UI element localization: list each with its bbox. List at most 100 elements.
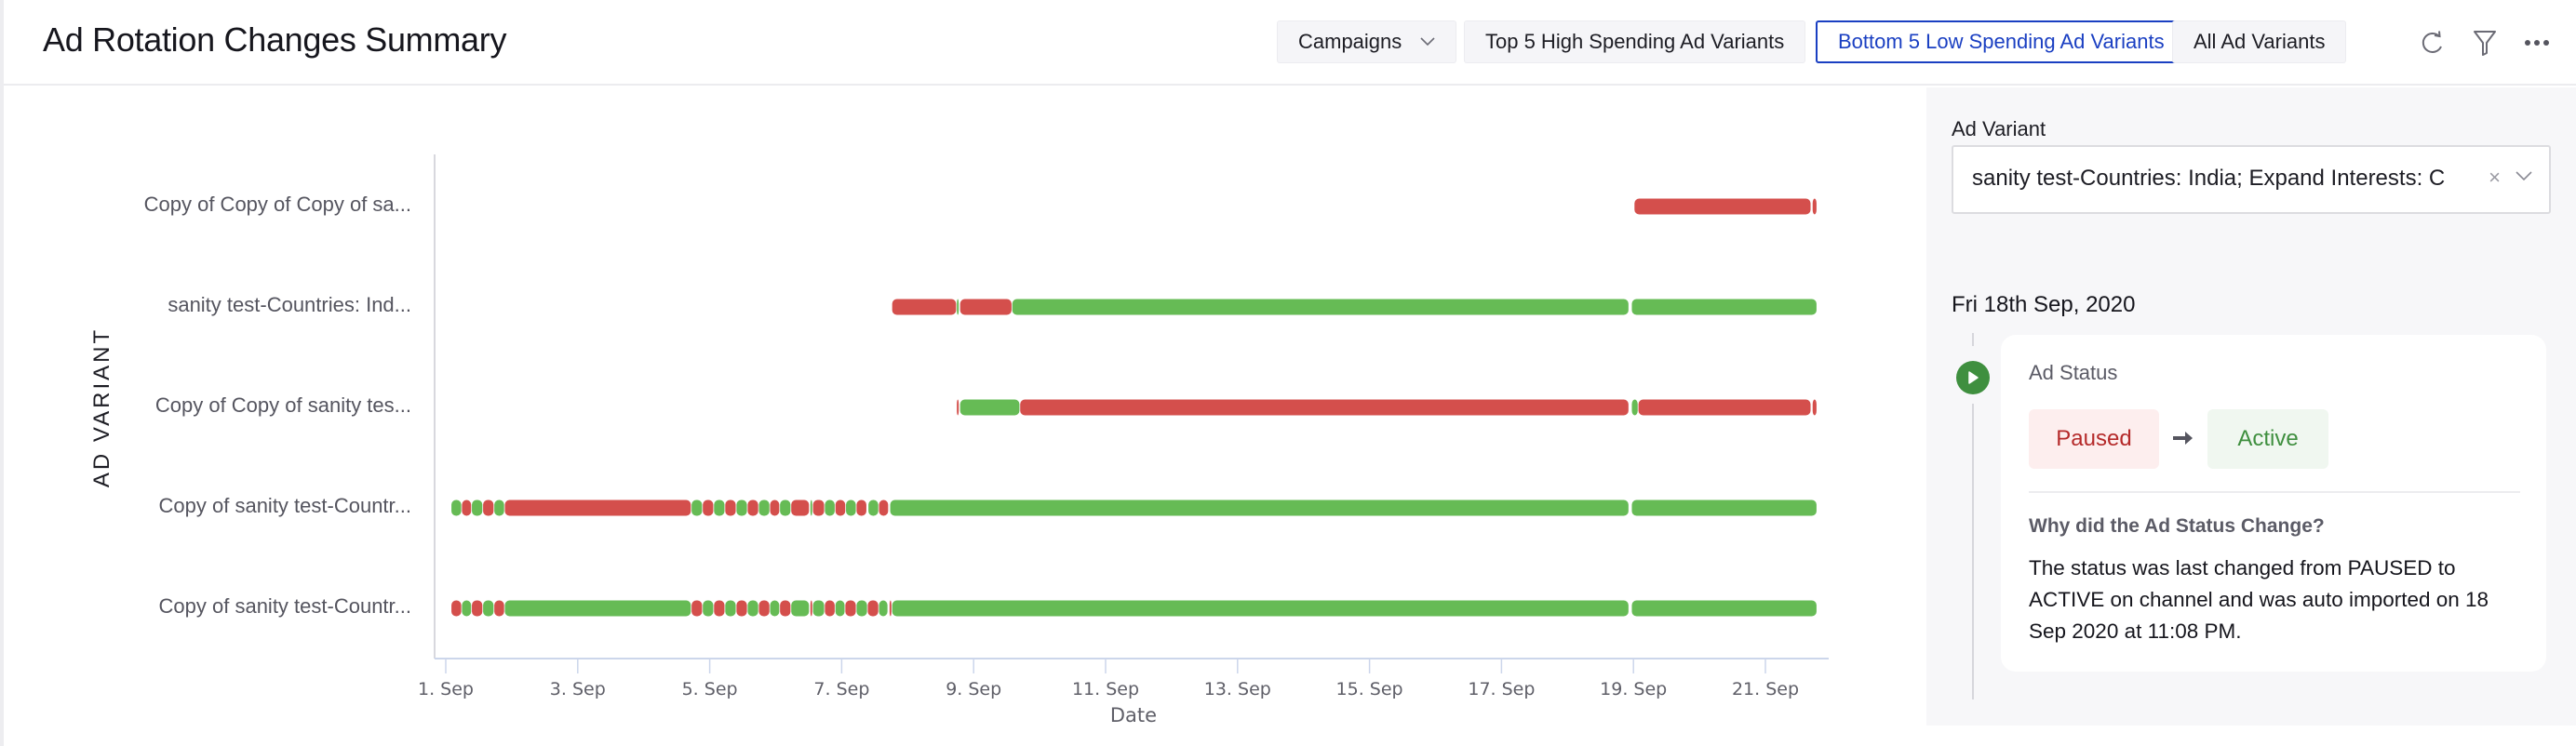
timeline-segment-active bbox=[758, 500, 770, 516]
ad-variant-select-value: sanity test-Countries: India; Expand Int… bbox=[1972, 166, 2446, 191]
timeline-segment-paused bbox=[714, 600, 725, 617]
timeline-segment-paused bbox=[780, 600, 791, 617]
timeline-segment-active bbox=[725, 600, 736, 617]
timeline-segment-paused bbox=[462, 500, 472, 516]
timeline-segment-paused bbox=[889, 600, 892, 617]
timeline-segment-paused bbox=[1812, 198, 1817, 215]
timeline-segment-active bbox=[747, 600, 758, 617]
y-axis-category-label: Copy of Copy of sanity tes... bbox=[154, 393, 411, 417]
timeline-segment-active bbox=[959, 399, 1020, 416]
timeline-segment-active bbox=[504, 600, 691, 617]
timeline-segment-active bbox=[1631, 600, 1817, 617]
ad-variant-select[interactable]: sanity test-Countries: India; Expand Int… bbox=[1952, 145, 2551, 214]
x-tick-label: 7. Sep bbox=[813, 679, 869, 699]
timeline-segment-paused bbox=[472, 600, 483, 617]
timeline-segment-active bbox=[791, 600, 810, 617]
timeline-segment-active bbox=[846, 500, 856, 516]
clear-icon[interactable]: × bbox=[2489, 166, 2501, 190]
x-tick-label: 15. Sep bbox=[1336, 679, 1403, 699]
timeline-segment-active bbox=[879, 600, 888, 617]
y-axis-title: AD VARIANT bbox=[89, 326, 114, 488]
timeline-segment-paused bbox=[835, 500, 846, 516]
timeline-segment-paused bbox=[736, 600, 747, 617]
timeline-segment-active bbox=[494, 500, 504, 516]
chevron-down-icon[interactable] bbox=[2516, 169, 2532, 186]
timeline-segment-active bbox=[736, 500, 747, 516]
why-text: The status was last changed from PAUSED … bbox=[2029, 556, 2489, 643]
timeline-segment-active bbox=[770, 600, 780, 617]
timeline-segment-paused bbox=[867, 600, 879, 617]
timeline-segment-paused bbox=[892, 299, 957, 315]
timeline-segment-active bbox=[856, 600, 867, 617]
timeline-segment-active bbox=[462, 600, 472, 617]
x-tick-label: 19. Sep bbox=[1600, 679, 1667, 699]
timeline-segment-paused bbox=[1634, 198, 1811, 215]
refresh-icon[interactable] bbox=[2414, 24, 2451, 61]
timeline-segment-active bbox=[1012, 299, 1629, 315]
timeline-segment-paused bbox=[703, 500, 714, 516]
timeline-segment-active bbox=[892, 600, 1629, 617]
timeline-segment-active bbox=[714, 500, 725, 516]
x-tick-label: 21. Sep bbox=[1732, 679, 1799, 699]
timeline-segment-active bbox=[825, 500, 835, 516]
timeline-segment-paused bbox=[856, 500, 866, 516]
timeline-segment-paused bbox=[812, 500, 825, 516]
card-title: Ad Status bbox=[2029, 361, 2118, 384]
timeline-connector bbox=[1972, 333, 1974, 346]
timeline-segment-active bbox=[868, 500, 879, 516]
timeline-segment-paused bbox=[791, 500, 810, 516]
x-tick-label: 3. Sep bbox=[550, 679, 606, 699]
timeline-segment-active bbox=[472, 500, 483, 516]
date-heading: Fri 18th Sep, 2020 bbox=[1952, 292, 2136, 317]
tab-all-ad-variants[interactable]: All Ad Variants bbox=[2172, 20, 2347, 63]
timeline-segment-active bbox=[957, 299, 959, 315]
x-tick-label: 11. Sep bbox=[1072, 679, 1139, 699]
timeline-segment-active bbox=[780, 500, 791, 516]
to-status-badge: Active bbox=[2207, 409, 2328, 469]
timeline-segment-paused bbox=[1020, 399, 1629, 416]
timeline-segment-paused bbox=[959, 299, 1012, 315]
divider bbox=[2029, 491, 2520, 493]
timeline-segment-paused bbox=[957, 399, 959, 416]
side-panel: Ad Variant sanity test-Countries: India;… bbox=[1926, 87, 2576, 726]
timeline-segment-active bbox=[483, 600, 494, 617]
timeline-segment-active bbox=[703, 600, 714, 617]
status-change-card: Ad Status Paused Active Why did the Ad S… bbox=[2001, 335, 2546, 672]
timeline-segment-active bbox=[835, 600, 845, 617]
x-tick-label: 13. Sep bbox=[1204, 679, 1271, 699]
timeline-segment-paused bbox=[504, 500, 691, 516]
timeline-segment-paused bbox=[1638, 399, 1811, 416]
timeline-segment-paused bbox=[825, 600, 835, 617]
x-tick-label: 5. Sep bbox=[682, 679, 738, 699]
timeline-segment-active bbox=[1631, 299, 1817, 315]
timeline-chart: 1. Sep 3. Sep 5. Sep 7. Sep 9. Sep 11. Sep 13.… bbox=[418, 154, 1829, 726]
timeline-connector bbox=[1972, 404, 1974, 699]
timeline-segment-paused bbox=[451, 600, 462, 617]
timeline-segment-paused bbox=[770, 500, 780, 516]
timeline-segment-paused bbox=[1812, 399, 1817, 416]
timeline-segment-paused bbox=[810, 600, 812, 617]
timeline-segment-paused bbox=[747, 500, 758, 516]
y-axis-category-label: Copy of sanity test-Countr... bbox=[158, 494, 411, 517]
x-tick-label: 1. Sep bbox=[418, 679, 474, 699]
arrow-right-icon bbox=[2170, 424, 2198, 452]
x-axis-title: Date bbox=[1110, 704, 1157, 726]
timeline-segment-active bbox=[890, 500, 1629, 516]
timeline-segment-active bbox=[812, 600, 825, 617]
timeline-segment-paused bbox=[758, 600, 770, 617]
timeline-segment-paused bbox=[845, 600, 856, 617]
timeline-segment-paused bbox=[725, 500, 736, 516]
timeline-segment-paused bbox=[483, 500, 494, 516]
timeline-segment-active bbox=[691, 500, 703, 516]
timeline-segment-active bbox=[1631, 399, 1638, 416]
filter-icon[interactable] bbox=[2466, 24, 2503, 61]
timeline-segment-active bbox=[451, 500, 462, 516]
more-icon[interactable] bbox=[2518, 24, 2556, 61]
x-tick-label: 9. Sep bbox=[946, 679, 1001, 699]
x-tick-label: 17. Sep bbox=[1468, 679, 1535, 699]
page: Ad Rotation Changes Summary Campaigns To… bbox=[0, 0, 2576, 746]
why-title: Why did the Ad Status Change? bbox=[2029, 515, 2325, 537]
timeline-segment-paused bbox=[879, 500, 889, 516]
timeline-segment-paused bbox=[691, 600, 703, 617]
play-status-icon bbox=[1956, 361, 1990, 394]
